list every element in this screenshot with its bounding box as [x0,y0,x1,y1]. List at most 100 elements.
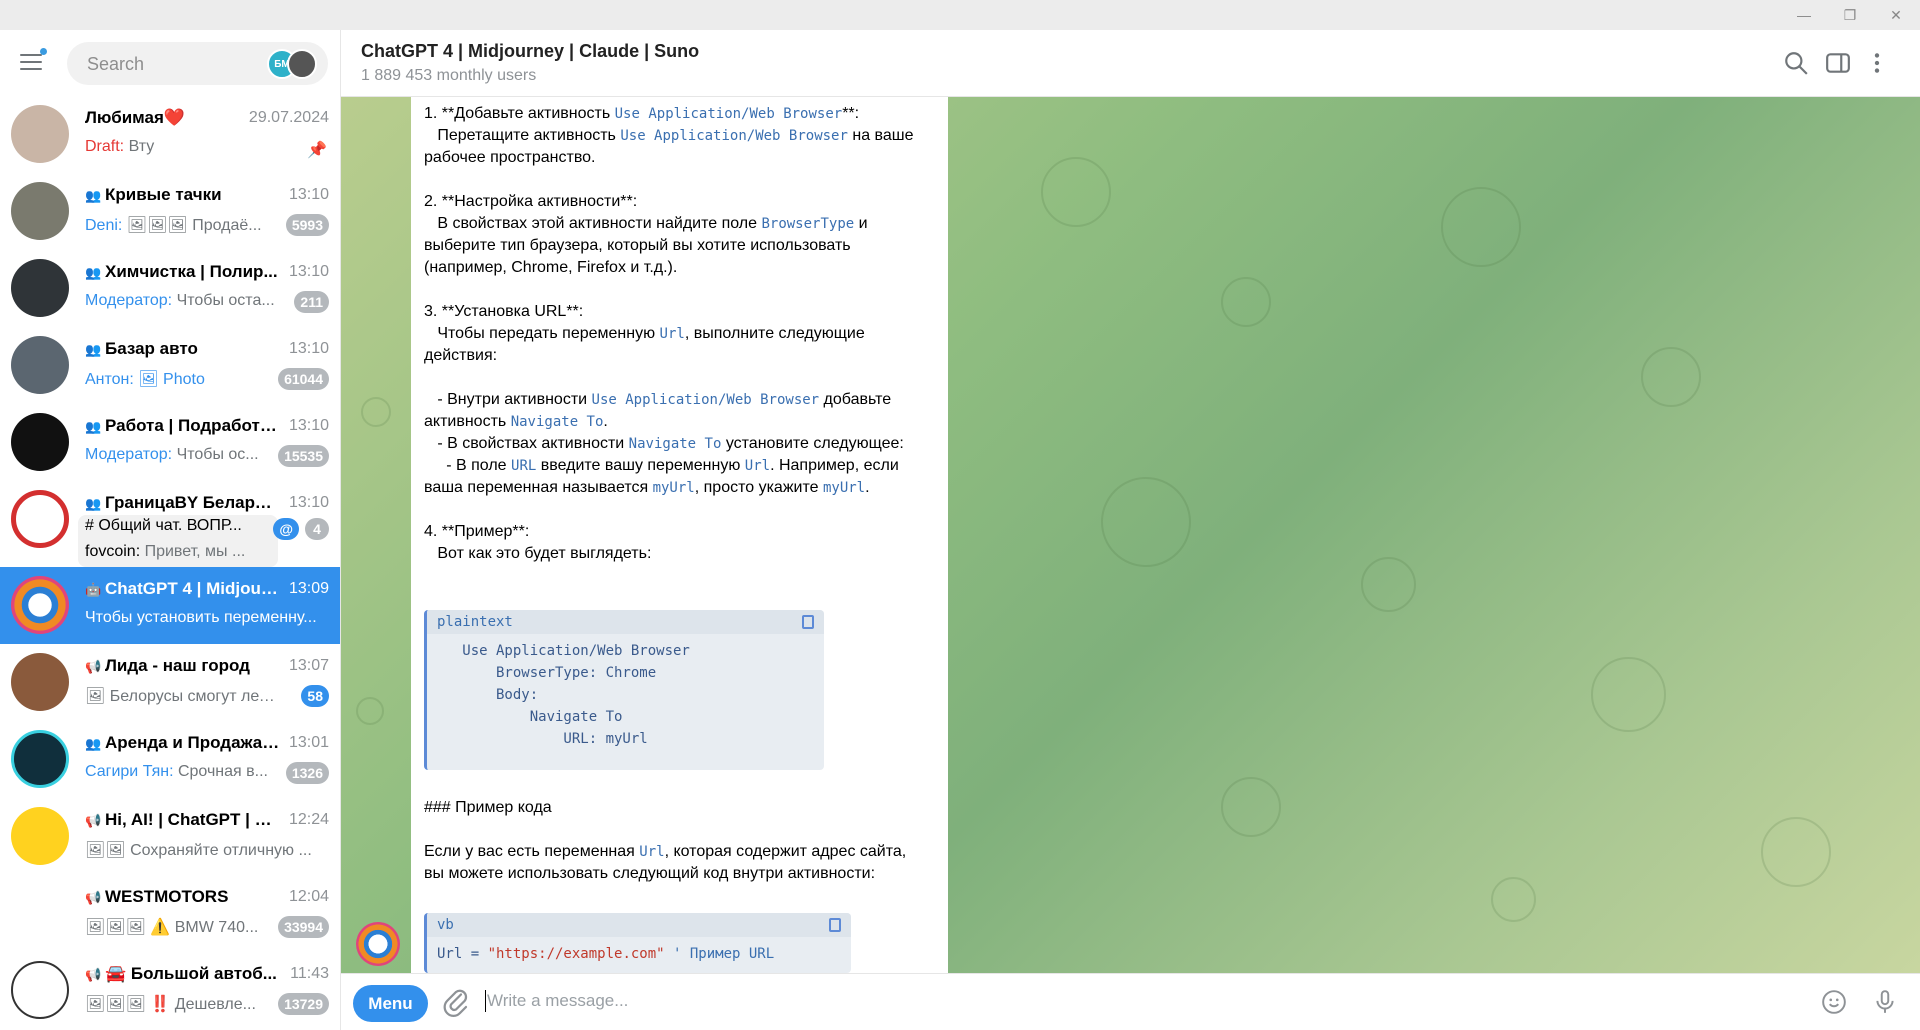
group-icon: 👥 [85,342,102,357]
chat-item[interactable]: 📢 Hi, AI! | ChatGPT | не... 12:24 🖼🖼 Сохр… [0,798,340,875]
inline-code[interactable]: Use Application/Web Browser [592,392,820,408]
forum-topic: # Общий чат. ВОПР... [85,517,242,534]
chat-title: 👥 ГраницаBY Беларус... [85,493,280,513]
text-span: 1. **Добавьте активность [424,105,615,122]
search-placeholder: Search [87,54,145,74]
avatar [11,576,69,634]
text-span: Перетащите активность [424,127,621,144]
chat-item[interactable]: 👥 Химчистка | Полир... 13:10 Модератор: Ч… [0,250,340,327]
preview-text: Срочная в... [173,763,268,780]
avatar [11,259,69,317]
copy-icon[interactable] [802,615,814,629]
chat-item[interactable]: 👥 Аренда и Продажа ... 13:01 Сагири Тян: … [0,721,340,798]
text-span: - Внутри активности [424,391,592,408]
message-paragraph: Вот как это будет выглядеть: [424,545,652,562]
text-span: - В поле [424,457,512,474]
unread-badge: 13729 [278,993,329,1015]
bot-icon: 🤖 [85,582,102,597]
avatar [11,961,69,1019]
preview-text: Вту [124,138,155,155]
more-options-icon[interactable] [1864,50,1890,76]
message-text-2: ### Пример кода Если у вас есть переменн… [424,797,929,885]
chat-title-text: Лида - наш город [105,656,250,675]
search-chip-avatar-2[interactable] [287,49,317,79]
inline-code[interactable]: myUrl [823,480,865,496]
search-icon[interactable] [1783,50,1809,76]
chat-preview: Модератор: Чтобы ос... [85,446,281,464]
microphone-icon[interactable] [1872,989,1898,1015]
sender-name: Модератор: [85,446,173,463]
unread-badge: 4 [305,518,329,540]
group-icon: 👥 [85,419,102,434]
message-paragraph: - В поле URL введите вашу переменную Url… [424,455,929,499]
sender-name: fovcoin: [85,543,141,560]
close-icon[interactable]: ✕ [1873,0,1919,30]
code-block[interactable]: plaintext Use Application/Web Browser Br… [424,610,824,770]
chat-title: 🤖 ChatGPT 4 | Midjour... [85,579,280,599]
chat-time: 12:04 [288,888,329,905]
sender-name: Модератор: [85,292,173,309]
chat-item[interactable]: 👥 Базар авто 13:10 Антон: 🖼 Photo 61044 [0,327,340,404]
inline-code[interactable]: Url [745,458,770,474]
chat-title: 👥 Базар авто [85,339,280,359]
message-paragraph: 1. **Добавьте активность Use Application… [424,103,929,125]
copy-icon[interactable] [829,918,841,932]
chat-item[interactable]: 👥 Кривые тачки 13:10 Deni: 🖼🖼🖼 Продаё... … [0,173,340,250]
message-paragraph: 3. **Установка URL**: [424,303,584,320]
inline-code[interactable]: URL [511,458,536,474]
emoji-icon[interactable] [1821,989,1847,1015]
message-paragraph: Если у вас есть переменная Url, которая … [424,841,929,885]
chat-item-forum[interactable]: 👥 ГраницаBY Беларус... 13:10 # Общий чат.… [0,481,340,567]
inline-code[interactable]: Use Application/Web Browser [620,128,848,144]
channel-icon: 📢 [85,890,102,905]
inline-code[interactable]: Use Application/Web Browser [615,106,843,122]
chat-item[interactable]: Любимая❤️ 29.07.2024 Draft: Вту 📌 [0,96,340,173]
inline-code[interactable]: myUrl [653,480,695,496]
chat-time: 13:07 [288,657,329,674]
channel-icon: 📢 [85,659,102,674]
search-input[interactable]: Search БМ [67,42,328,85]
chat-item[interactable]: 📢 Лида - наш город 13:07 🖼 Белорусы смогу… [0,644,340,721]
bot-menu-button[interactable]: Menu [353,985,428,1022]
bot-avatar[interactable] [356,922,400,966]
unread-badge: 15535 [278,445,329,467]
preview-text: Привет, мы ... [140,543,246,560]
minimize-icon[interactable]: — [1781,0,1827,30]
message-paragraph: - Внутри активности Use Application/Web … [424,389,929,433]
chat-item[interactable]: 👥 Работа | Подработк... 13:10 Модератор: … [0,404,340,481]
chat-preview: Антон: 🖼 Photo [85,369,281,389]
inline-code[interactable]: Url [660,326,685,342]
inline-code[interactable]: Url [639,844,664,860]
channel-icon: 📢 [85,967,102,982]
text-span: **: [842,105,860,122]
group-icon: 👥 [85,265,102,280]
message-input[interactable]: Write a message... [487,991,628,1011]
message-paragraph: 2. **Настройка активности**: [424,193,638,210]
restore-icon[interactable]: ❐ [1827,0,1873,30]
inline-code[interactable]: BrowserType [761,216,854,232]
menu-icon[interactable] [20,48,47,72]
chat-item[interactable]: 📢 WESTMOTORS 12:04 🖼🖼🖼 ⚠️ BMW 740... 3399… [0,875,340,952]
inline-code[interactable]: Navigate To [629,436,722,452]
chat-item[interactable]: 📢 🚘 Большой автоб... 11:43 🖼🖼🖼 ‼️ Дешевле… [0,952,340,1029]
sender-name: Сагири Тян: [85,763,174,780]
code-block[interactable]: vb Url = "https://example.com" ' Пример … [424,913,851,973]
chat-title-text: ГраницаBY Беларус... [105,493,280,512]
sidebar-toggle-icon[interactable] [1825,50,1851,76]
message-bubble[interactable]: 1. **Добавьте активность Use Application… [411,97,948,973]
text-span: введите вашу переменную [536,457,745,474]
text-span: - В свойствах активности [424,435,629,452]
chat-title: 👥 Кривые тачки [85,185,280,205]
chat-header-title[interactable]: ChatGPT 4 | Midjourney | Claude | Suno [361,41,699,62]
chat-preview: fovcoin: Привет, мы ... [85,543,265,561]
avatar [11,105,69,163]
code-comment: ' Пример URL [664,946,775,962]
inline-code[interactable]: Navigate To [511,414,604,430]
sender-name: Антон: [85,371,134,388]
chat-preview: 🖼 Белорусы смогут лета... [85,688,281,705]
paperclip-icon[interactable] [441,987,471,1017]
window-titlebar: — ❐ ✕ [0,0,1920,30]
preview-text: Чтобы оста... [172,292,275,309]
chat-item-active[interactable]: 🤖 ChatGPT 4 | Midjour... 13:09 Чтобы уста… [0,567,340,644]
avatar [11,884,69,942]
